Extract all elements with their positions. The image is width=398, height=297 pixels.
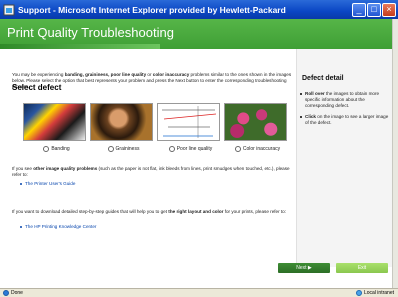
defect-detail-panel: Defect detail Roll over the images to ob… [296,49,392,267]
status-done: Done [3,290,23,296]
vertical-scrollbar[interactable] [392,19,398,288]
banding-thumbnail[interactable] [23,103,86,141]
exit-button[interactable]: Exit [336,263,388,273]
radio-color-inaccuracy[interactable] [234,146,241,152]
knowledge-center-link[interactable]: The HP Printing Knowledge Center [20,224,96,229]
window-titlebar[interactable]: Support - Microsoft Internet Explorer pr… [0,0,398,19]
radio-graininess[interactable] [107,146,114,152]
option-graininess[interactable]: Graininess [90,144,157,154]
window-title: Support - Microsoft Internet Explorer pr… [18,4,286,15]
minimize-button[interactable]: _ [352,2,366,17]
section-title: Select defect [12,83,62,92]
color-inaccuracy-thumbnail[interactable] [224,103,287,141]
main-content: You may be experiencing banding, grainin… [0,49,392,288]
defect-thumbnails [23,103,287,141]
page-header: Print Quality Troubleshooting [0,19,392,49]
radio-banding[interactable] [43,146,50,152]
option-color-inaccuracy[interactable]: Color inaccuracy [224,144,291,154]
poor-line-quality-thumbnail[interactable] [157,103,220,141]
graininess-thumbnail[interactable] [90,103,153,141]
status-zone: Local intranet [355,290,394,296]
defect-options: Banding Graininess Poor line quality Col… [23,144,293,154]
defect-detail-title: Defect detail [302,75,344,82]
status-bar: Done Local intranet [0,288,398,297]
detail-item-click: Click on the image to see a larger image… [300,114,389,126]
page-title: Print Quality Troubleshooting [7,25,174,40]
intranet-icon [355,290,362,296]
close-button[interactable]: × [382,2,396,17]
radio-poor-line-quality[interactable] [168,146,175,152]
option-poor-line-quality[interactable]: Poor line quality [157,144,224,154]
page-icon [3,290,9,296]
ie-app-icon [3,4,15,15]
guides-text: If you want to download detailed step-by… [12,209,286,214]
option-banding[interactable]: Banding [23,144,90,154]
maximize-button[interactable]: □ [367,2,381,17]
printer-user-guide-link[interactable]: The Printer User's Guide [20,181,75,186]
other-problems-text: If you see other image quality problems … [12,166,290,177]
detail-item-rollover: Roll over the images to obtain more spec… [300,91,389,109]
next-button[interactable]: Next ▶ [278,263,330,273]
